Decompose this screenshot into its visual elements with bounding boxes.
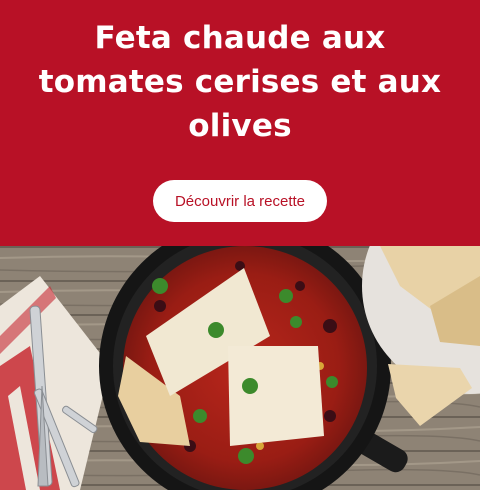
recipe-promo: Feta chaude aux tomates cerises et aux o… <box>0 0 480 490</box>
recipe-title: Feta chaude aux tomates cerises et aux o… <box>38 20 442 144</box>
recipe-photo <box>0 246 480 490</box>
discover-recipe-button[interactable]: Découvrir la recette <box>153 180 327 222</box>
promo-banner: Feta chaude aux tomates cerises et aux o… <box>0 0 480 246</box>
